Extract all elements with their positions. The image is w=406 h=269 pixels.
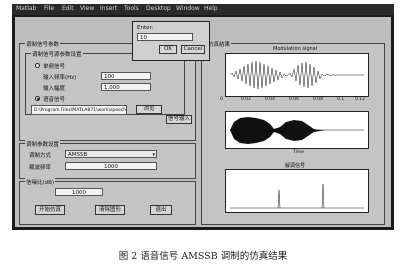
plot3-waveform bbox=[230, 183, 364, 209]
snr-panel bbox=[19, 181, 196, 225]
exit-button[interactable]: 退出 bbox=[150, 205, 172, 215]
figure-client-area: 调制信号参数 调制信号源参数设置 单频信号 输入频率(Hz) 100 输入幅度 … bbox=[15, 17, 391, 227]
browse-button[interactable]: 浏览 bbox=[136, 105, 162, 114]
radio-speech[interactable] bbox=[35, 96, 40, 101]
mod-params-title: 调制参数设置 bbox=[25, 140, 61, 148]
matlab-gui-window: Matlab File Edit View Insert Tools Deskt… bbox=[12, 4, 394, 230]
plot1-xtick-3: 0.06 bbox=[289, 97, 300, 102]
plot3-title: 解调信号 bbox=[285, 163, 306, 169]
plot2-axes bbox=[225, 111, 369, 149]
mod-mode-label: 调制方式 bbox=[29, 153, 52, 159]
signal-params-title: 调制信号参数 bbox=[25, 40, 61, 48]
menu-item-6[interactable]: Desktop bbox=[146, 5, 171, 12]
menu-item-3[interactable]: View bbox=[80, 5, 94, 12]
menu-item-1[interactable]: File bbox=[44, 5, 54, 12]
carrier-freq-label: 载波频率 bbox=[29, 165, 52, 171]
plot3-axes bbox=[225, 169, 369, 213]
radio-single-tone[interactable] bbox=[35, 63, 40, 68]
plot1-xtick-1: 0.02 bbox=[241, 97, 252, 102]
dialog-cancel-button[interactable]: Cancel bbox=[181, 45, 205, 54]
menu-item-5[interactable]: Tools bbox=[124, 5, 139, 12]
plot1-xtick-2: 0.04 bbox=[265, 97, 276, 102]
plot1-title: Modulation signal bbox=[273, 46, 318, 52]
clear-plot-button[interactable]: 清除图形 bbox=[95, 205, 125, 215]
plot1-xtick-5: 0.1 bbox=[337, 97, 345, 102]
plot1-xtick-4: 0.08 bbox=[313, 97, 324, 102]
chevron-down-icon: ▾ bbox=[152, 152, 155, 158]
radio-speech-label: 语音信号 bbox=[43, 97, 66, 103]
menu-item-0[interactable]: Matlab bbox=[16, 5, 36, 12]
plot3-spike-1 bbox=[277, 189, 281, 209]
menu-item-7[interactable]: Window bbox=[176, 5, 200, 12]
plot1-xtick-6: 0.12 bbox=[355, 97, 366, 102]
figure-caption: 图 2 语音信号 AMSSB 调制的仿真结果 bbox=[118, 251, 288, 262]
dialog-input[interactable]: 10 bbox=[137, 33, 193, 41]
snr-input[interactable]: 1000 bbox=[55, 188, 103, 196]
plot2-waveform bbox=[230, 117, 364, 144]
dialog-label: Enter: bbox=[137, 25, 154, 31]
menu-item-2[interactable]: Edit bbox=[62, 5, 74, 12]
snr-title: 信噪比(dB) bbox=[25, 178, 56, 186]
source-params-subtitle: 调制信号源参数设置 bbox=[31, 50, 83, 58]
results-title: 仿真结果 bbox=[207, 40, 232, 48]
dialog-ok-button[interactable]: OK bbox=[159, 45, 177, 54]
radio-single-tone-label: 单频信号 bbox=[43, 64, 66, 70]
file-path-field[interactable]: D:\Program Files\MATLAB71\work\speech.wa… bbox=[31, 105, 127, 115]
start-sim-button[interactable]: 开始仿真 bbox=[35, 205, 65, 215]
mod-mode-select[interactable]: AMSSB ▾ bbox=[65, 150, 157, 158]
plot2-envelope bbox=[230, 117, 364, 144]
plot2-xlabel: Time bbox=[293, 150, 305, 155]
signal-input-button[interactable]: 信号输入 bbox=[166, 115, 192, 124]
amp-label: 输入幅度 bbox=[43, 86, 66, 92]
mod-mode-value: AMSSB bbox=[68, 152, 88, 158]
plot1-xtick-0: 0 bbox=[220, 97, 223, 102]
menu-item-4[interactable]: Insert bbox=[100, 5, 117, 12]
plot3-spike-2 bbox=[321, 183, 325, 209]
carrier-freq-input[interactable]: 1000 bbox=[65, 162, 157, 170]
plot1-trace bbox=[229, 60, 364, 90]
menu-item-8[interactable]: Help bbox=[204, 5, 218, 12]
plot1-waveform bbox=[229, 60, 364, 90]
freq-input[interactable]: 100 bbox=[101, 72, 151, 80]
amp-input[interactable]: 1.000 bbox=[101, 83, 151, 91]
freq-label: 输入频率(Hz) bbox=[43, 75, 77, 81]
input-dialog: Enter: 10 OK Cancel bbox=[132, 21, 210, 61]
mod-params-panel bbox=[19, 143, 196, 179]
plot1-axes bbox=[225, 53, 369, 97]
menu-bar: Matlab File Edit View Insert Tools Deskt… bbox=[12, 4, 394, 15]
